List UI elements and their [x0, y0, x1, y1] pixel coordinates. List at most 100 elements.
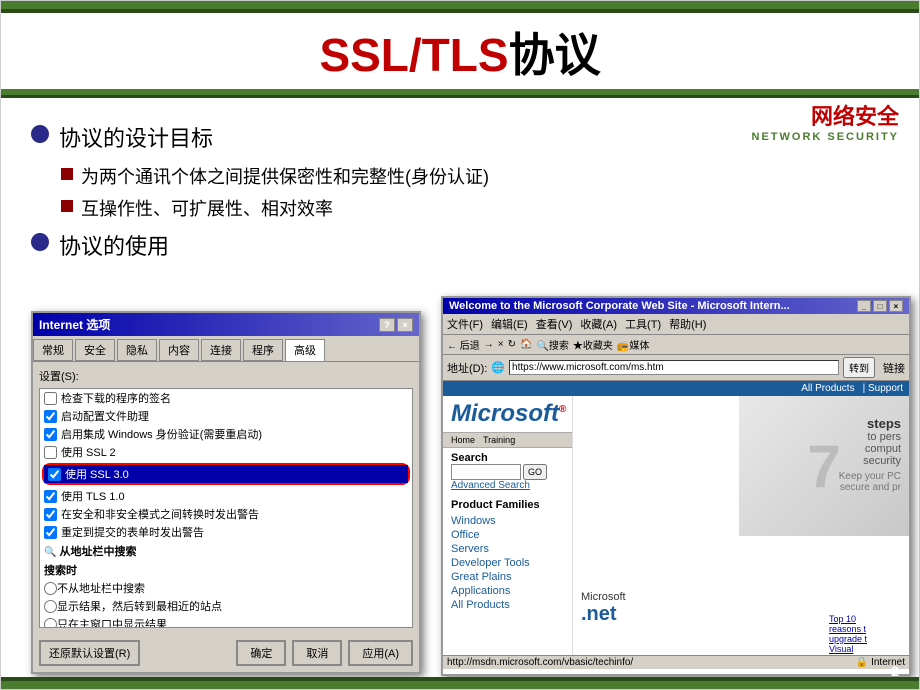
sub-bullets-1: 为两个通讯个体之间提供保密性和完整性(身份认证) 互操作性、可扩展性、相对效率: [61, 163, 899, 221]
media-btn[interactable]: 📻媒体: [617, 337, 649, 352]
ms-logo-sup: ®: [559, 404, 566, 415]
cancel-btn[interactable]: 取消: [292, 640, 342, 666]
top-bar-green: [1, 1, 919, 9]
favorites-btn[interactable]: ★收藏夹: [573, 337, 613, 352]
settings-item-1: 检查下载的程序的签名: [40, 389, 412, 407]
menu-view[interactable]: 查看(V): [536, 316, 573, 332]
product-dev-tools[interactable]: Developer Tools: [451, 556, 564, 570]
titlebar-close[interactable]: ×: [397, 318, 413, 332]
product-all[interactable]: All Products: [451, 598, 564, 612]
settings-item-3: 启用集成 Windows 身份验证(需要重启动): [40, 425, 412, 443]
checkbox-4[interactable]: [44, 446, 57, 459]
internet-options-dialog: Internet 选项 ? × 常规 安全 隐私 内容 连接 程序 高级 设置(…: [31, 311, 421, 674]
browser-toolbar: ← 后退 → × ↻ 🏠 🔍搜索 ★收藏夹 📻媒体: [443, 335, 909, 355]
product-great-plains[interactable]: Great Plains: [451, 570, 564, 584]
stop-btn[interactable]: ×: [498, 339, 504, 350]
browser-menubar: 文件(F) 编辑(E) 查看(V) 收藏(A) 工具(T) 帮助(H): [443, 314, 909, 335]
status-url: http://msdn.microsoft.com/vbasic/techinf…: [447, 657, 633, 668]
steps-text: steps: [839, 416, 901, 431]
settings-list[interactable]: 检查下载的程序的签名 启动配置文件助理 启用集成 Windows 身份验证(需要…: [39, 388, 413, 628]
settings-item-7: 在安全和非安全模式之间转换时发出警告: [40, 505, 412, 523]
search-text-1: 不从地址栏中搜索: [57, 580, 145, 596]
tab-programs[interactable]: 程序: [243, 339, 283, 361]
forward-btn[interactable]: →: [484, 339, 494, 350]
top10-link-4[interactable]: Visual: [829, 644, 909, 654]
product-windows[interactable]: Windows: [451, 514, 564, 528]
radio-1[interactable]: [44, 582, 57, 595]
home-btn[interactable]: 🏠: [520, 339, 532, 350]
checkbox-8[interactable]: [44, 526, 57, 539]
nav-home[interactable]: Home: [451, 435, 475, 445]
checkbox-1[interactable]: [44, 392, 57, 405]
search-row: GO: [451, 464, 564, 480]
tab-connections[interactable]: 连接: [201, 339, 241, 361]
maximize-btn[interactable]: □: [873, 300, 887, 312]
tab-content[interactable]: 内容: [159, 339, 199, 361]
menu-help[interactable]: 帮助(H): [669, 316, 706, 332]
radio-2[interactable]: [44, 600, 57, 613]
tab-security[interactable]: 安全: [75, 339, 115, 361]
checkbox-7[interactable]: [44, 508, 57, 521]
radio-3[interactable]: [44, 618, 57, 629]
dotnet-logo: .net: [581, 603, 626, 626]
refresh-btn[interactable]: ↻: [508, 339, 516, 350]
bullet-1-dot: [31, 125, 49, 143]
zone-text: Internet: [871, 657, 905, 668]
tab-general[interactable]: 常规: [33, 339, 73, 361]
links-btn[interactable]: 链接: [883, 360, 905, 376]
settings-text-5: 使用 SSL 3.0: [65, 466, 129, 482]
steps-number: 7: [807, 432, 840, 501]
settings-text-3: 启用集成 Windows 身份验证(需要重启动): [61, 426, 262, 442]
menu-tools[interactable]: 工具(T): [625, 316, 661, 332]
search-toolbar-btn[interactable]: 🔍搜索: [536, 337, 568, 352]
minimize-btn[interactable]: _: [857, 300, 871, 312]
product-servers[interactable]: Servers: [451, 542, 564, 556]
close-browser-btn[interactable]: ×: [889, 300, 903, 312]
steps-detail-2: secure and pr: [839, 482, 901, 493]
titlebar-question[interactable]: ?: [379, 318, 395, 332]
bullet-2-text: 协议的使用: [59, 229, 169, 261]
menu-favorites[interactable]: 收藏(A): [580, 316, 617, 332]
restore-btn[interactable]: 还原默认设置(R): [39, 640, 140, 666]
product-applications[interactable]: Applications: [451, 584, 564, 598]
search-go-btn[interactable]: GO: [523, 464, 547, 480]
steps-banner: 7 steps to pers comput security Keep you…: [739, 396, 909, 536]
dotnet-ms: Microsoft: [581, 591, 626, 603]
top10-link-3[interactable]: upgrade t: [829, 634, 909, 644]
menu-file[interactable]: 文件(F): [447, 316, 483, 332]
top10-link-1[interactable]: Top 10: [829, 614, 909, 624]
advanced-search-link[interactable]: Advanced Search: [451, 480, 564, 491]
ms-website-window: Welcome to the Microsoft Corporate Web S…: [441, 296, 911, 676]
checkbox-3[interactable]: [44, 428, 57, 441]
ok-btn[interactable]: 确定: [236, 640, 286, 666]
checkbox-5[interactable]: [48, 468, 61, 481]
search-text-3: 只在主窗口中显示结果: [57, 616, 167, 628]
back-btn[interactable]: ← 后退: [447, 337, 480, 352]
browser-main: 7 steps to pers comput security Keep you…: [573, 396, 909, 664]
search-field[interactable]: [451, 464, 521, 480]
tab-advanced[interactable]: 高级: [285, 339, 325, 361]
address-input[interactable]: [509, 360, 839, 375]
product-office[interactable]: Office: [451, 528, 564, 542]
bullet-2-dot: [31, 233, 49, 251]
sub-bullet-2-text: 互操作性、可扩展性、相对效率: [81, 195, 333, 221]
search-section-label: 🔍 从地址栏中搜索: [40, 541, 412, 561]
support-link[interactable]: | Support: [863, 383, 903, 394]
apply-btn[interactable]: 应用(A): [348, 640, 413, 666]
checkbox-6[interactable]: [44, 490, 57, 503]
go-button[interactable]: 转到: [843, 357, 875, 378]
tab-privacy[interactable]: 隐私: [117, 339, 157, 361]
sub-bullet-2: 互操作性、可扩展性、相对效率: [61, 195, 899, 221]
checkbox-2[interactable]: [44, 410, 57, 423]
settings-item-8: 重定到提交的表单时发出警告: [40, 523, 412, 541]
menu-edit[interactable]: 编辑(E): [491, 316, 528, 332]
settings-text-4: 使用 SSL 2: [61, 444, 116, 460]
bottom-bar: [1, 681, 919, 689]
top10-link-2[interactable]: reasons t: [829, 624, 909, 634]
all-products-link[interactable]: All Products: [801, 383, 854, 394]
search-when: 搜索时: [40, 561, 412, 579]
nav-training[interactable]: Training: [483, 435, 515, 445]
ms-nav: Home Training: [443, 432, 572, 448]
settings-item-5: 使用 SSL 3.0: [44, 465, 408, 483]
sub-bullet-1-text: 为两个通讯个体之间提供保密性和完整性(身份认证): [81, 163, 489, 189]
